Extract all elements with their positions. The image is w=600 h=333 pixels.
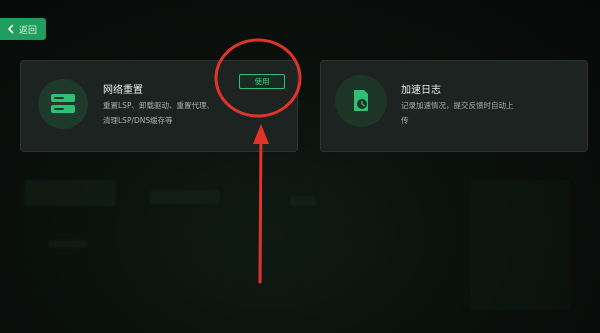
card-description-line: 清理LSP/DNS缓存等 <box>103 116 173 125</box>
background-panel <box>24 180 116 206</box>
background-panel <box>150 190 220 204</box>
annotation-arrow-line <box>258 130 263 284</box>
use-button[interactable]: 使用 <box>239 74 285 89</box>
card-title: 网络重置 <box>103 85 143 96</box>
card-description-line: 记录加速情况，提交反馈时自动上 <box>401 101 514 110</box>
card-description: 记录加速情况，提交反馈时自动上 传 <box>401 98 551 128</box>
card-title: 加速日志 <box>401 85 441 96</box>
background-panel <box>48 240 88 248</box>
background-panel <box>470 180 570 310</box>
server-stack-icon <box>38 79 88 129</box>
card-description-line: 传 <box>401 116 409 125</box>
chevron-left-icon <box>8 24 14 34</box>
network-reset-card: 网络重置 重置LSP、卸载驱动、重置代理、 清理LSP/DNS缓存等 使用 <box>20 60 298 152</box>
back-button-label: 返回 <box>19 25 38 36</box>
acceleration-log-card[interactable]: 加速日志 记录加速情况，提交反馈时自动上 传 <box>320 60 588 152</box>
card-description-line: 重置LSP、卸载驱动、重置代理、 <box>103 101 214 110</box>
app-window: 返回 网络重置 重置LSP、卸载驱动、重置代理、 清理LSP/DNS缓存等 使用 <box>0 0 600 333</box>
back-button[interactable]: 返回 <box>0 18 46 40</box>
background-panel <box>290 196 316 206</box>
log-clock-icon <box>335 75 387 127</box>
card-description: 重置LSP、卸载驱动、重置代理、 清理LSP/DNS缓存等 <box>103 98 221 128</box>
